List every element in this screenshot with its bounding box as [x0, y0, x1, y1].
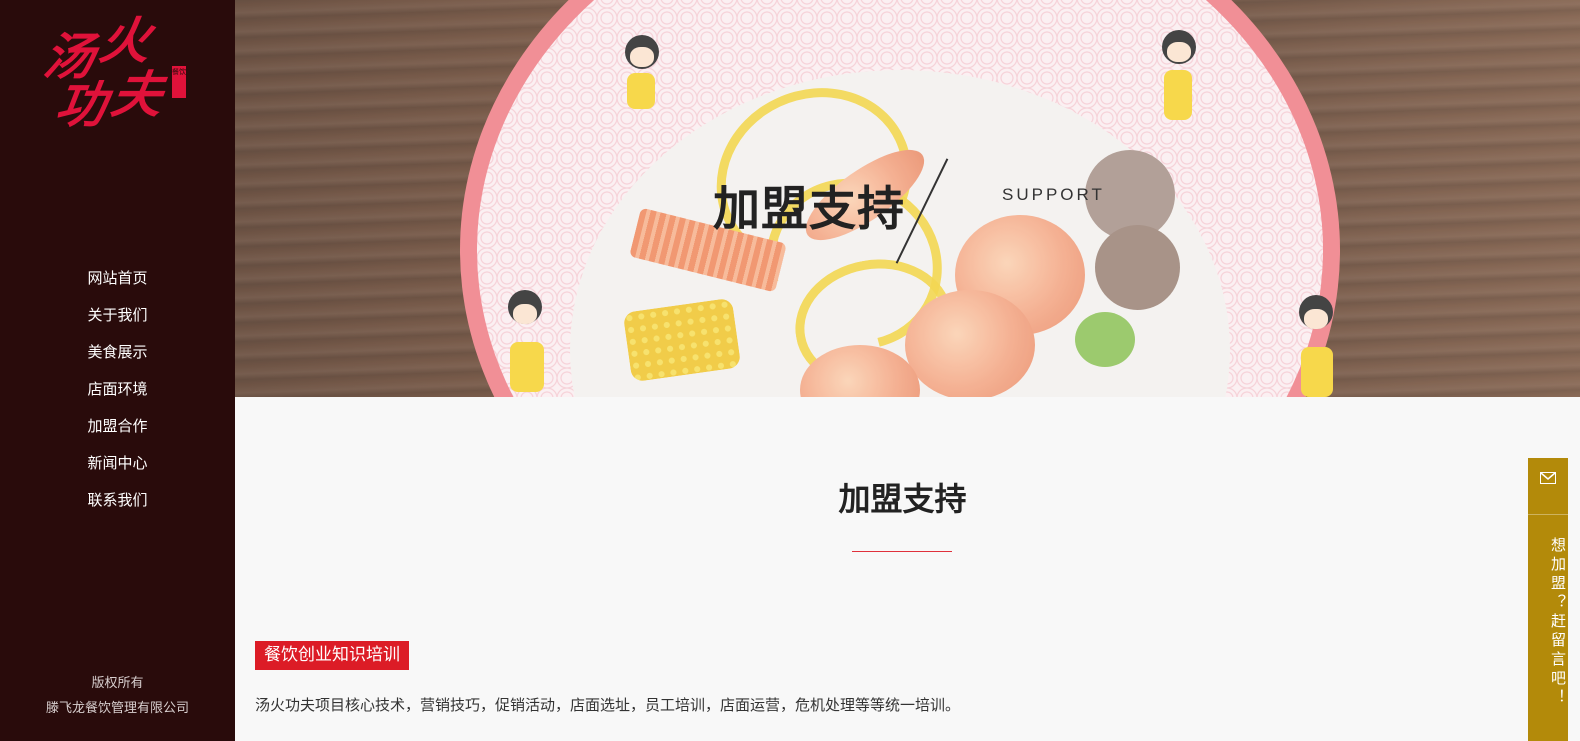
copyright: 版权所有 滕飞龙餐饮管理有限公司	[0, 671, 235, 721]
sidebar: 汤 火 功 夫 餐饮 网站首页 关于我们 美食展示 店面环境 加盟合作 新闻中心…	[0, 0, 235, 741]
logo-char: 夫	[107, 65, 167, 124]
copyright-label: 版权所有	[91, 676, 144, 691]
nav-item-food[interactable]: 美食展示	[0, 336, 235, 373]
banner-title: 加盟支持	[713, 182, 905, 237]
logo-char: 火	[95, 11, 155, 70]
nav-item-news[interactable]: 新闻中心	[0, 447, 235, 484]
logo-char: 功	[51, 75, 111, 134]
section-title: 加盟支持	[838, 480, 967, 518]
title-underline	[852, 551, 952, 552]
main-nav: 网站首页 关于我们 美食展示 店面环境 加盟合作 新闻中心 联系我们	[0, 262, 235, 521]
nav-item-contact[interactable]: 联系我们	[0, 484, 235, 521]
brand-logo[interactable]: 汤 火 功 夫 餐饮	[40, 11, 192, 139]
logo-stamp: 餐饮	[172, 66, 186, 98]
section-description: 汤火功夫项目核心技术，营销技巧，促销活动，店面选址，员工培训，店面运营，危机处理…	[255, 696, 961, 714]
banner-subtitle: SUPPORT	[1002, 185, 1105, 204]
main-content: 加盟支持 餐饮创业知识培训 汤火功夫项目核心技术，营销技巧，促销活动，店面选址，…	[235, 397, 1580, 741]
nav-item-home[interactable]: 网站首页	[0, 262, 235, 299]
nav-item-environment[interactable]: 店面环境	[0, 373, 235, 410]
hero-banner: 加盟支持 SUPPORT	[235, 0, 1580, 397]
nav-item-franchise[interactable]: 加盟合作	[0, 410, 235, 447]
nav-item-about[interactable]: 关于我们	[0, 299, 235, 336]
mail-icon	[1540, 472, 1556, 484]
company-name: 滕飞龙餐饮管理有限公司	[45, 701, 189, 716]
widget-text: 想加盟？赶留言吧！	[1549, 537, 1567, 708]
section-tag: 餐饮创业知识培训	[255, 641, 409, 670]
franchise-message-widget[interactable]: 想加盟？赶留言吧！	[1528, 458, 1568, 741]
widget-divider	[1528, 514, 1568, 515]
banner-overlay	[235, 0, 1580, 397]
